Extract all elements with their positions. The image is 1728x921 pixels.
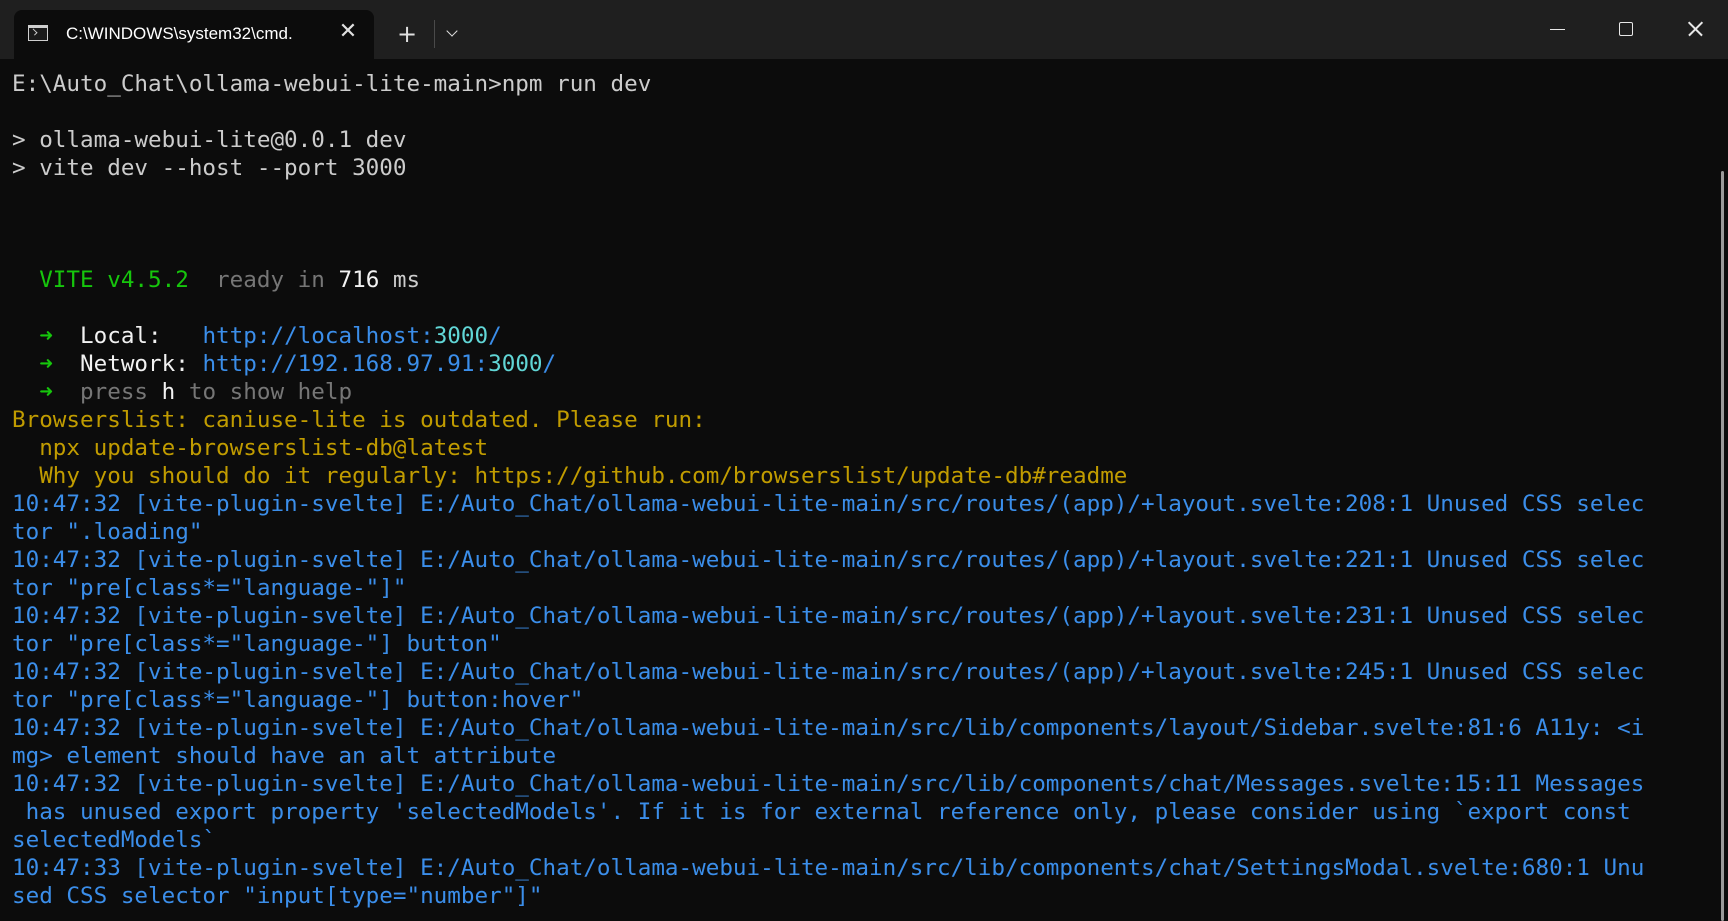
terminal-text: http://localhost: (202, 323, 434, 349)
terminal-text: mg> element should have an alt attribute (12, 743, 557, 769)
terminal-line: tor "pre[class*="language-"]" (12, 574, 1702, 602)
tab-divider (434, 20, 435, 48)
tab-cmd[interactable]: C:\WINDOWS\system32\cmd. ✕ (14, 10, 374, 59)
terminal-line: ➜ press h to show help (12, 378, 1702, 406)
terminal-text: VITE v4.5.2 (12, 267, 189, 293)
terminal-text: ➜ (12, 379, 53, 405)
terminal-text: 10:47:32 [vite-plugin-svelte] E:/Auto_Ch… (12, 715, 1645, 741)
terminal-line: 10:47:32 [vite-plugin-svelte] E:/Auto_Ch… (12, 546, 1702, 574)
terminal-line: selectedModels` (12, 826, 1702, 854)
terminal-line: tor "pre[class*="language-"] button:hove… (12, 686, 1702, 714)
terminal-window: C:\WINDOWS\system32\cmd. ✕ + E:\Auto_Cha… (0, 0, 1728, 921)
terminal-line: VITE v4.5.2 ready in 716 ms (12, 266, 1702, 294)
terminal-line: > vite dev --host --port 3000 (12, 154, 1702, 182)
terminal-text: Network: (52, 351, 203, 377)
terminal-text: to show help (175, 379, 353, 405)
terminal-icon (28, 25, 48, 41)
close-icon[interactable] (1672, 8, 1718, 50)
terminal-text: > vite dev --host --port 3000 (12, 155, 407, 181)
terminal-text: 10:47:32 [vite-plugin-svelte] E:/Auto_Ch… (12, 547, 1645, 573)
terminal-text: http://192.168.97.91: (202, 351, 489, 377)
terminal-line: Why you should do it regularly: https://… (12, 462, 1702, 490)
terminal-text: Local: (52, 323, 203, 349)
tab-close-button[interactable]: ✕ (334, 18, 362, 46)
terminal-output[interactable]: E:\Auto_Chat\ollama-webui-lite-main>npm … (12, 70, 1702, 921)
terminal-line: sed CSS selector "input[type="number"]" (12, 882, 1702, 910)
terminal-text: tor "pre[class*="language-"]" (12, 575, 407, 601)
terminal-line: ➜ Local: http://localhost:3000/ (12, 322, 1702, 350)
terminal-text: ms (379, 267, 421, 293)
terminal-text: tor ".loading" (12, 519, 203, 545)
terminal-line: 10:47:32 [vite-plugin-svelte] E:/Auto_Ch… (12, 770, 1702, 798)
terminal-text: h (161, 379, 176, 405)
maximize-icon[interactable] (1602, 8, 1648, 50)
scrollbar[interactable] (1721, 171, 1724, 921)
terminal-line: tor ".loading" (12, 518, 1702, 546)
terminal-text: 10:47:32 [vite-plugin-svelte] E:/Auto_Ch… (12, 659, 1645, 685)
terminal-text: sed CSS selector "input[type="number"]" (12, 883, 543, 909)
terminal-line: E:\Auto_Chat\ollama-webui-lite-main>npm … (12, 70, 1702, 98)
terminal-line: 10:47:33 [vite-plugin-svelte] E:/Auto_Ch… (12, 854, 1702, 882)
terminal-text: Browserslist: caniuse-lite is outdated. … (12, 407, 706, 433)
terminal-text: 10:47:32 [vite-plugin-svelte] E:/Auto_Ch… (12, 603, 1645, 629)
terminal-text: 10:47:32 [vite-plugin-svelte] E:/Auto_Ch… (12, 491, 1645, 517)
terminal-line: > ollama-webui-lite@0.0.1 dev (12, 126, 1702, 154)
terminal-text: selectedModels` (12, 827, 217, 853)
terminal-text: / (542, 351, 557, 377)
terminal-line: 10:47:32 [vite-plugin-svelte] E:/Auto_Ch… (12, 658, 1702, 686)
terminal-text: E:\Auto_Chat\ollama-webui-lite-main>npm … (12, 71, 652, 97)
terminal-line: 10:47:32 [vite-plugin-svelte] E:/Auto_Ch… (12, 490, 1702, 518)
minimize-icon[interactable] (1534, 8, 1580, 50)
terminal-text: Why you should do it regularly: https://… (12, 463, 1128, 489)
title-bar: C:\WINDOWS\system32\cmd. ✕ + (0, 0, 1728, 59)
terminal-text: > ollama-webui-lite@0.0.1 dev (12, 127, 407, 153)
terminal-line: 10:47:32 [vite-plugin-svelte] E:/Auto_Ch… (12, 714, 1702, 742)
terminal-text: ➜ (12, 351, 53, 377)
terminal-line: has unused export property 'selectedMode… (12, 798, 1702, 826)
terminal-text: 3000 (433, 323, 489, 349)
terminal-text: 10:47:33 [vite-plugin-svelte] E:/Auto_Ch… (12, 855, 1645, 881)
terminal-text: npx update-browserslist-db@latest (12, 435, 489, 461)
chevron-down-icon[interactable] (438, 19, 468, 49)
new-tab-button[interactable]: + (392, 19, 422, 49)
terminal-text: press (52, 379, 162, 405)
terminal-text: tor "pre[class*="language-"] button:hove… (12, 687, 584, 713)
terminal-line: tor "pre[class*="language-"] button" (12, 630, 1702, 658)
terminal-line: npx update-browserslist-db@latest (12, 434, 1702, 462)
tab-title: C:\WINDOWS\system32\cmd. (66, 24, 293, 43)
terminal-line: 10:47:32 [vite-plugin-svelte] E:/Auto_Ch… (12, 602, 1702, 630)
terminal-text: 716 (338, 267, 380, 293)
terminal-text: ready in (188, 267, 339, 293)
terminal-text: 3000 (488, 351, 543, 377)
terminal-line: mg> element should have an alt attribute (12, 742, 1702, 770)
terminal-line: Browserslist: caniuse-lite is outdated. … (12, 406, 1702, 434)
terminal-text: 10:47:32 [vite-plugin-svelte] E:/Auto_Ch… (12, 771, 1645, 797)
terminal-text: / (488, 323, 502, 349)
terminal-text: tor "pre[class*="language-"] button" (12, 631, 502, 657)
terminal-text: ➜ (12, 323, 53, 349)
terminal-line: ➜ Network: http://192.168.97.91:3000/ (12, 350, 1702, 378)
terminal-text: has unused export property 'selectedMode… (12, 799, 1645, 825)
